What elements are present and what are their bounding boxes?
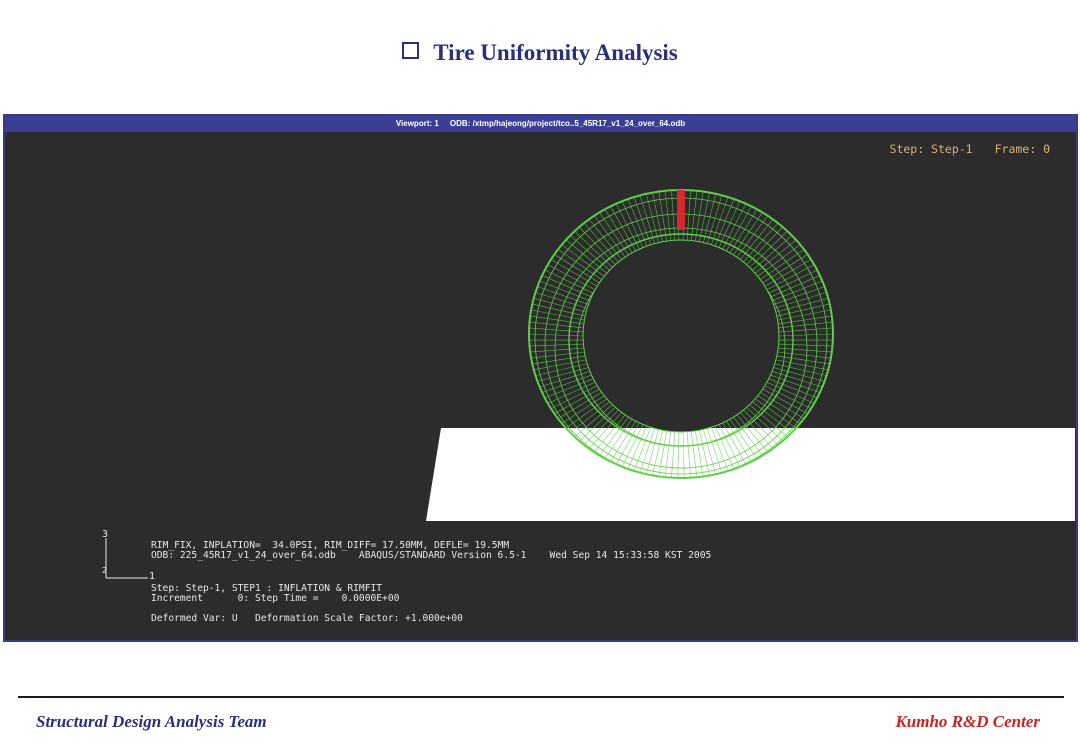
info-line-2: ODB: 225_45R17_v1_24_over_64.odb ABAQUS/… xyxy=(151,550,712,561)
footer-divider xyxy=(18,696,1064,698)
checkbox-bullet-icon xyxy=(402,42,420,59)
axis-label-2: 2 xyxy=(102,566,107,575)
footer-company: Kumho R&D Center xyxy=(895,712,1040,731)
ground-plane xyxy=(426,428,1075,521)
model-canvas xyxy=(426,189,1075,521)
footer-team: Structural Design Analysis Team xyxy=(36,712,267,731)
info-line-4: Increment 0: Step Time = 0.0000E+00 xyxy=(151,593,400,604)
slide-title-text: Tire Uniformity Analysis xyxy=(433,40,678,65)
axis-label-3: 3 xyxy=(102,529,109,540)
info-line-5: Deformed Var: U Deformation Scale Factor… xyxy=(151,613,463,624)
slide-title: Tire Uniformity Analysis xyxy=(0,40,1080,66)
abaqus-viewport[interactable]: Viewport: 1 ODB: /xtmp/hajeong/project/t… xyxy=(3,114,1078,642)
axis-label-1: 1 xyxy=(149,571,156,582)
